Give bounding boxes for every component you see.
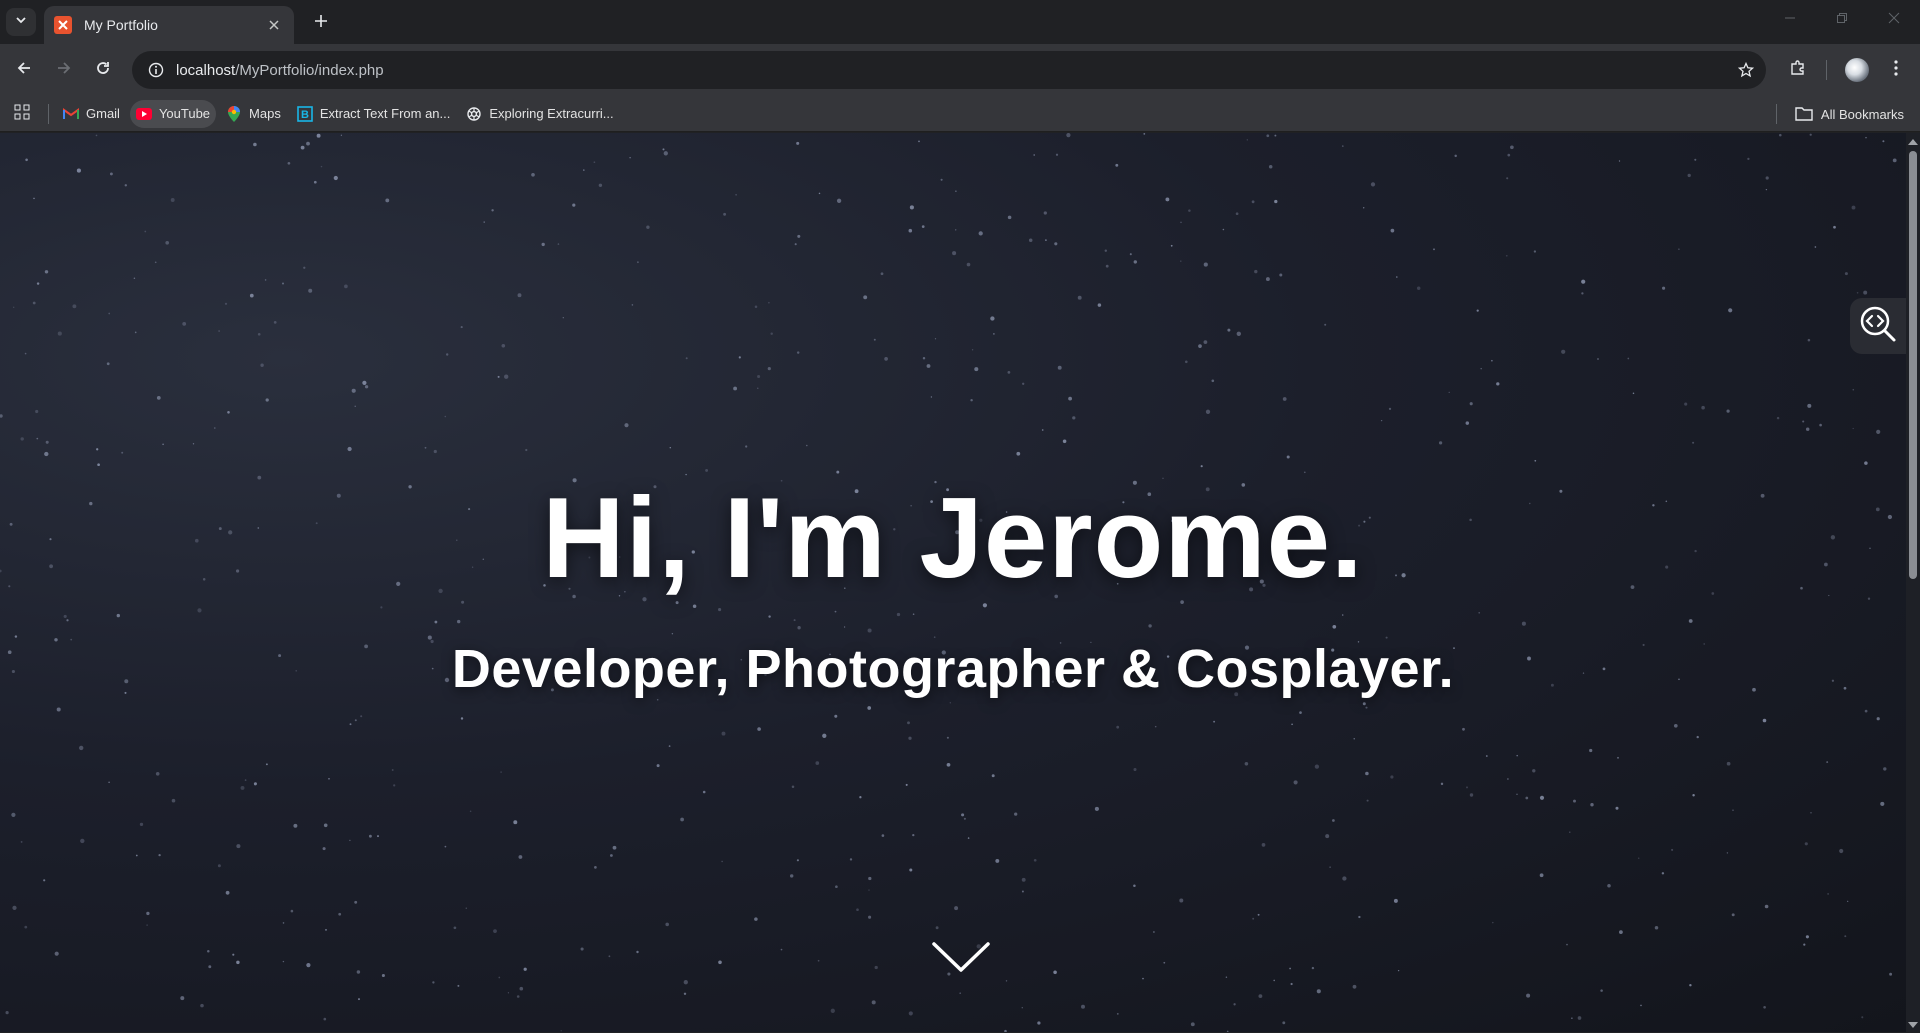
bookmark-gmail[interactable]: Gmail <box>57 100 126 128</box>
tab-title: My Portfolio <box>84 17 158 33</box>
scrollbar-thumb[interactable] <box>1909 151 1917 579</box>
bookmark-label: Maps <box>249 106 281 121</box>
bookmarks-separator <box>48 103 49 124</box>
profile-button[interactable] <box>1843 56 1871 84</box>
hero-section: Hi, I'm Jerome. Developer, Photographer … <box>0 133 1906 1032</box>
code-inspector-button[interactable] <box>1850 298 1906 354</box>
chevron-down-icon <box>15 13 27 31</box>
url-path: /MyPortfolio/index.php <box>235 61 384 79</box>
folder-icon <box>1795 107 1813 121</box>
bookmark-exploring[interactable]: Exploring Extracurri... <box>460 100 619 128</box>
url-text: localhost/MyPortfolio/index.php <box>176 62 1726 79</box>
openai-icon <box>466 106 482 122</box>
menu-button[interactable] <box>1882 56 1910 84</box>
puzzle-icon <box>1789 59 1807 82</box>
close-icon <box>1888 11 1900 29</box>
tab-search-button[interactable] <box>6 8 36 36</box>
apps-button[interactable] <box>8 100 36 128</box>
close-window-button[interactable] <box>1868 0 1920 40</box>
bookmark-label: Exploring Extracurri... <box>489 106 614 121</box>
code-search-icon <box>1858 304 1898 349</box>
bookmark-youtube[interactable]: YouTube <box>129 99 217 128</box>
all-bookmarks-button[interactable]: All Bookmarks <box>1775 100 1904 128</box>
tab-strip: My Portfolio <box>0 0 1920 44</box>
bookmark-label: Extract Text From an... <box>319 106 451 121</box>
svg-text:B: B <box>301 109 309 121</box>
restore-icon <box>1836 11 1848 29</box>
restore-button[interactable] <box>1816 0 1868 40</box>
bookmark-extract-text[interactable]: B Extract Text From an... <box>291 100 457 128</box>
arrow-right-icon <box>56 60 72 81</box>
extensions-button[interactable] <box>1784 56 1812 84</box>
bookmark-label: Gmail <box>86 106 120 121</box>
all-bookmarks-label: All Bookmarks <box>1820 106 1904 122</box>
bookmarks-bar: Gmail YouTube Maps B Extract Text From a… <box>0 96 1920 132</box>
browser-toolbar: localhost/MyPortfolio/index.php <box>0 44 1920 96</box>
more-vertical-icon <box>1894 59 1898 81</box>
new-tab-button[interactable] <box>308 10 334 36</box>
maps-icon <box>226 105 242 122</box>
chevron-down-icon <box>930 942 992 982</box>
bookmark-star-icon[interactable] <box>1726 62 1766 78</box>
minimize-icon <box>1784 11 1796 29</box>
page-viewport: Hi, I'm Jerome. Developer, Photographer … <box>0 133 1906 1032</box>
triangle-down-icon <box>1908 1015 1918 1033</box>
window-controls <box>1764 0 1920 40</box>
reload-button[interactable] <box>89 56 117 84</box>
address-bar[interactable]: localhost/MyPortfolio/index.php <box>132 51 1766 89</box>
hero-subtitle: Developer, Photographer & Cosplayer. <box>451 639 1455 699</box>
toolbar-divider <box>1826 60 1827 80</box>
bookmarks-separator <box>1775 104 1777 124</box>
apps-grid-icon <box>14 104 30 123</box>
bookmark-b-icon: B <box>297 105 313 122</box>
hero-title: Hi, I'm Jerome. <box>542 475 1364 602</box>
tab-my-portfolio[interactable]: My Portfolio <box>44 6 294 44</box>
forward-button[interactable] <box>50 56 78 84</box>
scroll-down-button[interactable] <box>930 938 992 978</box>
url-host: localhost <box>176 61 236 79</box>
youtube-icon <box>135 106 152 122</box>
triangle-up-icon <box>1908 132 1918 150</box>
page-scrollbar[interactable] <box>1906 133 1920 1032</box>
reload-icon <box>95 60 111 81</box>
arrow-left-icon <box>16 60 32 81</box>
gmail-icon <box>63 106 79 122</box>
plus-icon <box>314 14 328 33</box>
close-tab-icon[interactable] <box>264 15 284 35</box>
minimize-button[interactable] <box>1764 0 1816 40</box>
bookmark-maps[interactable]: Maps <box>220 100 287 128</box>
scroll-up-arrow[interactable] <box>1908 135 1918 147</box>
scroll-down-arrow[interactable] <box>1908 1018 1918 1030</box>
avatar <box>1845 58 1869 82</box>
back-button[interactable] <box>10 56 38 84</box>
bookmark-label: YouTube <box>158 106 211 121</box>
xampp-icon <box>54 16 72 34</box>
site-info-icon[interactable] <box>136 62 176 78</box>
